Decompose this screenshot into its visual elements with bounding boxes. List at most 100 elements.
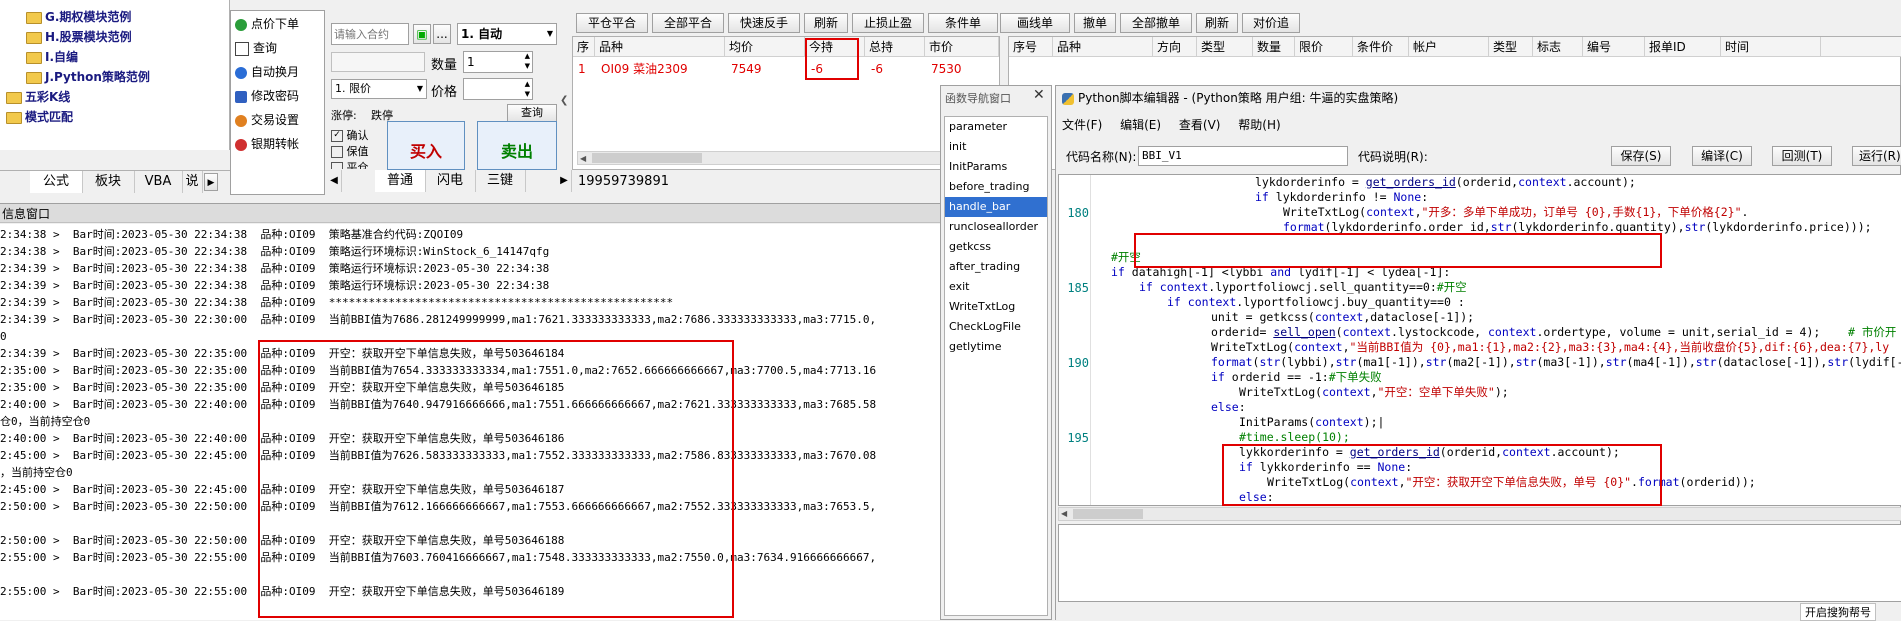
lock-button[interactable]: ▣	[413, 24, 431, 44]
tab-flash[interactable]: 闪电	[425, 170, 476, 192]
col-symbol[interactable]: 品种	[595, 37, 725, 57]
tree-item[interactable]: I.自编	[26, 48, 78, 65]
function-item[interactable]: parameter	[945, 117, 1047, 137]
col-today[interactable]: 今持	[805, 37, 865, 57]
mode-select[interactable]: 1. 自动 ▼	[457, 23, 557, 45]
menu-item-trade-settings[interactable]: 交易设置	[235, 111, 299, 128]
close-position-button[interactable]: 平仓平合	[576, 13, 648, 33]
tab-scroll-right[interactable]: ▶	[557, 170, 572, 192]
refresh-orders-button[interactable]: 刷新	[1196, 13, 1238, 33]
scroll-thumb[interactable]	[592, 153, 702, 163]
log-line: 2:34:39 > Bar时间:2023-05-30 22:34:38 品种:O…	[0, 296, 674, 309]
close-icon[interactable]: ✕	[1033, 87, 1045, 103]
line-order-button[interactable]: 画线单	[1000, 13, 1070, 33]
function-item[interactable]: InitParams	[945, 157, 1047, 177]
table-row[interactable]: 1 OI09 菜油2309 7549 -6 -6 7530	[573, 59, 999, 79]
chevron-down-icon: ▼	[546, 29, 553, 38]
menu-item-query[interactable]: 查询	[235, 39, 277, 56]
menu-item-quick-order[interactable]: 点价下单	[235, 15, 299, 32]
function-item[interactable]: init	[945, 137, 1047, 157]
stop-loss-button[interactable]: 止损止盈	[852, 13, 924, 33]
col-total[interactable]: 总持	[865, 37, 925, 57]
conditional-order-button[interactable]: 条件单	[928, 13, 998, 33]
folder-icon	[6, 91, 22, 104]
col-type2[interactable]: 类型	[1489, 37, 1533, 57]
cancel-all-button[interactable]: 全部撤单	[1120, 13, 1192, 33]
menu-edit[interactable]: 编辑(E)	[1120, 118, 1161, 132]
col-order-id[interactable]: 报单ID	[1645, 37, 1721, 57]
tab-more[interactable]: 说	[182, 171, 203, 193]
col-time[interactable]: 时间	[1721, 37, 1821, 57]
query-button[interactable]: 查询	[507, 104, 557, 122]
menu-item-bank-transfer[interactable]: 银期转帐	[235, 135, 299, 152]
col-flag[interactable]: 标志	[1533, 37, 1583, 57]
tab-normal[interactable]: 普通	[375, 170, 426, 192]
function-item[interactable]: before_trading	[945, 177, 1047, 197]
tab-scroll-right-button[interactable]: ▶	[204, 173, 218, 191]
col-direction[interactable]: 方向	[1153, 37, 1197, 57]
menu-view[interactable]: 查看(V)	[1179, 118, 1221, 132]
close-checkbox[interactable]: 平仓	[331, 159, 369, 169]
panel-scroll-left-icon[interactable]: ❮	[560, 95, 570, 115]
menu-item-change-password[interactable]: 修改密码	[235, 87, 299, 104]
hedge-checkbox[interactable]: 保值	[331, 143, 369, 159]
tree-item[interactable]: 模式匹配	[6, 108, 73, 125]
tab-three-key[interactable]: 三键	[475, 170, 526, 192]
menu-item-auto-roll[interactable]: 自动换月	[235, 63, 299, 80]
tab-vba[interactable]: VBA	[134, 171, 183, 193]
sell-button[interactable]: 卖出	[477, 121, 557, 170]
col-id[interactable]: 编号	[1583, 37, 1645, 57]
editor-hscrollbar[interactable]: ◀	[1058, 507, 1901, 521]
function-item[interactable]: getlytime	[945, 337, 1047, 357]
tree-item[interactable]: J.Python策略范例	[26, 68, 150, 85]
tab-scroll-left[interactable]: ◀	[327, 170, 342, 192]
function-item[interactable]: runcloseallorder	[945, 217, 1047, 237]
quick-reverse-button[interactable]: 快速反手	[728, 13, 800, 33]
tab-block[interactable]: 板块	[82, 171, 135, 193]
function-item[interactable]: CheckLogFile	[945, 317, 1047, 337]
check-icon: ✓	[331, 130, 343, 142]
col-no[interactable]: 序	[573, 37, 595, 57]
tree-item[interactable]: G.期权模块范例	[26, 8, 131, 25]
compile-button[interactable]: 编译(C)	[1692, 146, 1752, 166]
close-all-button[interactable]: 全部平合	[652, 13, 724, 33]
horizontal-scrollbar[interactable]: ◀ ▶	[577, 151, 995, 165]
col-market[interactable]: 市价	[925, 37, 999, 57]
col-limit[interactable]: 限价	[1295, 37, 1353, 57]
price-type-select[interactable]: 1. 限价 ▼	[331, 79, 427, 99]
price-input[interactable]: ▲ ▼	[463, 78, 533, 100]
col-type[interactable]: 类型	[1197, 37, 1253, 57]
run-button[interactable]: 运行(R)	[1852, 146, 1901, 166]
menu-file[interactable]: 文件(F)	[1062, 118, 1102, 132]
positions-header: 序 品种 均价 今持 总持 市价	[573, 37, 999, 57]
tab-formula[interactable]: 公式	[30, 171, 83, 193]
menu-help[interactable]: 帮助(H)	[1238, 118, 1280, 132]
chase-price-button[interactable]: 对价追	[1242, 13, 1300, 33]
function-item[interactable]: WriteTxtLog	[945, 297, 1047, 317]
cancel-order-button[interactable]: 撤单	[1074, 13, 1116, 33]
more-button[interactable]: ...	[433, 24, 451, 44]
col-qty[interactable]: 数量	[1253, 37, 1295, 57]
buy-button[interactable]: 买入	[387, 121, 465, 170]
confirm-checkbox[interactable]: ✓ 确认	[331, 127, 369, 143]
save-button[interactable]: 保存(S)	[1611, 146, 1671, 166]
col-cond-price[interactable]: 条件价	[1353, 37, 1409, 57]
function-item[interactable]: handle_bar	[945, 197, 1047, 217]
contract-input[interactable]	[331, 23, 409, 45]
col-seq[interactable]: 序号	[1009, 37, 1053, 57]
scroll-thumb[interactable]	[1073, 509, 1143, 519]
sogou-help-button[interactable]: 开启搜狗帮号	[1800, 603, 1876, 621]
function-item[interactable]: getkcss	[945, 237, 1047, 257]
code-name-field[interactable]: BBI_V1	[1138, 146, 1348, 166]
function-item[interactable]: exit	[945, 277, 1047, 297]
backtest-button[interactable]: 回测(T)	[1772, 146, 1832, 166]
tree-item[interactable]: H.股票模块范例	[26, 28, 132, 45]
code-editor[interactable]: 180 185 190 195 lykdorderinfo = get_orde…	[1058, 174, 1901, 506]
col-symbol[interactable]: 品种	[1053, 37, 1153, 57]
col-avg[interactable]: 均价	[725, 37, 805, 57]
refresh-button[interactable]: 刷新	[804, 13, 848, 33]
qty-stepper[interactable]: 1 ▲ ▼	[463, 51, 533, 73]
tree-item[interactable]: 五彩K线	[6, 88, 70, 105]
function-item[interactable]: after_trading	[945, 257, 1047, 277]
col-account[interactable]: 帐户	[1409, 37, 1489, 57]
